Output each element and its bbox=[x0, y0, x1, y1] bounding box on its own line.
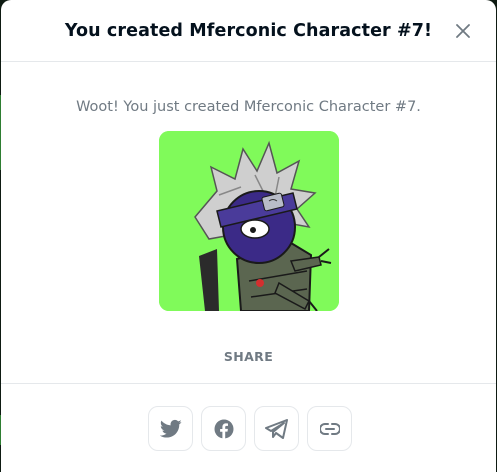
success-message: Woot! You just created Mferconic Charact… bbox=[76, 99, 421, 115]
share-twitter-button[interactable] bbox=[148, 406, 193, 451]
twitter-icon bbox=[159, 419, 182, 438]
share-telegram-button[interactable] bbox=[254, 406, 299, 451]
character-illustration bbox=[158, 131, 339, 311]
telegram-icon bbox=[264, 418, 288, 439]
close-icon bbox=[456, 24, 470, 38]
modal-title: You created Mferconic Character #7! bbox=[64, 20, 433, 41]
facebook-icon bbox=[214, 419, 233, 439]
share-label: SHARE bbox=[223, 349, 274, 364]
close-button[interactable] bbox=[452, 20, 474, 42]
share-facebook-button[interactable] bbox=[201, 406, 246, 451]
creation-success-modal: You created Mferconic Character #7! Woot… bbox=[1, 0, 496, 472]
link-icon bbox=[319, 422, 340, 435]
copy-link-button[interactable] bbox=[307, 406, 352, 451]
modal-body: Woot! You just created Mferconic Charact… bbox=[1, 99, 496, 364]
share-footer bbox=[1, 383, 496, 472]
modal-header: You created Mferconic Character #7! bbox=[1, 0, 496, 62]
share-buttons bbox=[148, 406, 352, 451]
nft-image bbox=[158, 131, 339, 311]
